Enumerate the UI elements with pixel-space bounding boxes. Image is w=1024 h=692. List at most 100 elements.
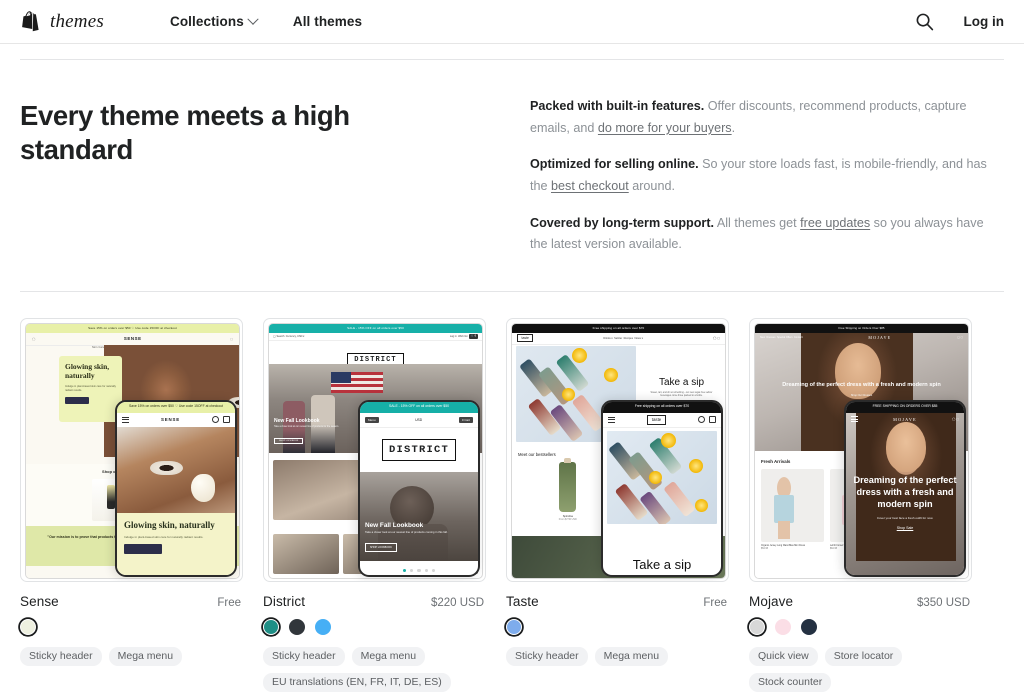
theme-swatches-sense — [20, 619, 241, 635]
theme-tags-district: Sticky header Mega menu EU translations … — [263, 647, 484, 692]
intro-section: Every theme meets a high standard Packed… — [20, 60, 1004, 256]
theme-meta-taste: Taste Free Sticky header Mega menu — [506, 582, 727, 666]
preview-mobile-announcement-taste: Free shipping on all orders over $70 — [603, 402, 721, 413]
theme-card-mojave: Free Shipping on Orders Over $85 New Dre… — [749, 318, 970, 692]
preview-mobile-announcement-mojave: FREE SHIPPING ON ORDERS OVER $85 — [846, 402, 964, 413]
theme-meta-mojave: Mojave $350 USD Quick view Store locator… — [749, 582, 970, 692]
nav-item-all-themes[interactable]: All themes — [293, 14, 362, 29]
intro-text-optimized-after: around. — [629, 179, 675, 193]
preview-mobile-store-name-district: DISTRICT — [382, 439, 456, 461]
intro-text-support-before: All themes get — [714, 216, 800, 230]
swatch-mojave-2[interactable] — [801, 619, 817, 635]
tag-mega-menu: Mega menu — [352, 647, 425, 666]
preview-store-name-sense: SENSE — [124, 336, 142, 341]
theme-thumbnail-sense[interactable]: Save 15% on orders over $50 ♡ Use code 1… — [20, 318, 243, 582]
tag-stock-counter: Stock counter — [749, 673, 831, 692]
preview-store-name-taste: taste — [517, 334, 533, 342]
preview-mobile-store-name-taste: taste — [647, 415, 667, 425]
theme-tags-taste: Sticky header Mega menu — [506, 647, 727, 666]
theme-price-taste: Free — [703, 597, 727, 609]
swatch-district-2[interactable] — [315, 619, 331, 635]
nav-item-collections-label: Collections — [170, 14, 244, 29]
intro-link-free-updates[interactable]: free updates — [800, 216, 870, 230]
preview-announcement-sense: Save 15% on orders over $50 ♡ Use code 1… — [26, 324, 239, 333]
preview-hero-button-district: SHOP LOOKBOOK — [274, 438, 303, 445]
nav-item-collections[interactable]: Collections — [170, 14, 257, 29]
intro-paragraph-features: Packed with built-in features. Offer dis… — [530, 96, 1000, 139]
preview-mobile-body-district: Take a closer look at our newest line of… — [365, 531, 448, 535]
preview-hero-button-mojave: Shop Our Dresses — [779, 394, 944, 397]
preview-hero-button-sense — [65, 397, 89, 404]
preview-mobile-heading-sense: Glowing skin, naturally — [124, 520, 228, 531]
tag-sticky-header: Sticky header — [506, 647, 588, 666]
preview-mobile-district: SALE - 15% OFF on all orders over $50 Me… — [358, 400, 480, 577]
preview-mobile-body-sense: Indulge in plant-based skin care for nat… — [124, 535, 228, 540]
preview-mobile-heading-mojave: Dreaming of the perfect dress with a fre… — [852, 475, 958, 511]
swatch-district-0[interactable] — [263, 619, 279, 635]
intro-copy: Packed with built-in features. Offer dis… — [530, 96, 1000, 256]
theme-grid: Save 15% on orders over $50 ♡ Use code 1… — [20, 292, 1004, 692]
preview-mobile-heading-district: New Fall Lookbook — [365, 522, 448, 529]
swatch-taste-0[interactable] — [506, 619, 522, 635]
preview-mobile-body-mojave: Cover your best face a fresh outfit for … — [852, 516, 958, 520]
swatch-district-1[interactable] — [289, 619, 305, 635]
tag-store-locator: Store locator — [825, 647, 903, 666]
theme-card-taste: Free shipping on all orders over $70 tas… — [506, 318, 727, 692]
preview-hero-heading-taste: Take a sip — [659, 377, 704, 388]
preview-mobile-cart-district: 0 Cart — [459, 417, 473, 423]
brand-name: themes — [50, 11, 104, 33]
nav-item-all-themes-label: All themes — [293, 14, 362, 29]
swatch-sense-0[interactable] — [20, 619, 36, 635]
intro-link-best-checkout[interactable]: best checkout — [551, 179, 629, 193]
search-icon[interactable] — [915, 12, 934, 31]
theme-name-taste[interactable]: Taste — [506, 594, 539, 609]
preview-store-name-mojave: MOJAVE — [868, 335, 891, 340]
intro-paragraph-optimized: Optimized for selling online. So your st… — [530, 154, 1000, 197]
theme-card-sense: Save 15% on orders over $50 ♡ Use code 1… — [20, 318, 241, 692]
theme-swatches-taste — [506, 619, 727, 635]
intro-link-do-more[interactable]: do more for your buyers — [598, 121, 732, 135]
theme-price-mojave: $350 USD — [917, 597, 970, 609]
theme-name-mojave[interactable]: Mojave — [749, 594, 793, 609]
preview-mobile-store-name-sense: SENSE — [161, 417, 180, 422]
intro-paragraph-support: Covered by long-term support. All themes… — [530, 213, 1000, 256]
preview-product-price-mojave-0: $54.95 — [761, 548, 824, 550]
intro-text-features-after: . — [732, 121, 736, 135]
chevron-down-icon — [247, 13, 258, 24]
login-link[interactable]: Log in — [964, 14, 1005, 29]
preview-hero-body-district: Take a closer look at our newest line of… — [274, 426, 339, 428]
theme-swatches-district — [263, 619, 484, 635]
theme-name-sense[interactable]: Sense — [20, 594, 59, 609]
preview-product-price-taste-0: From $7.50 USD — [524, 518, 612, 521]
theme-price-sense: Free — [217, 597, 241, 609]
preview-announcement-taste: Free shipping on all orders over $70 — [512, 324, 725, 333]
main-nav: Collections All themes — [170, 14, 362, 29]
preview-mobile-sense: Save 15% on orders over $50 ♡ Use code 1… — [115, 400, 237, 577]
theme-swatches-mojave — [749, 619, 970, 635]
brand-logo[interactable]: themes — [22, 11, 104, 33]
tag-mega-menu: Mega menu — [595, 647, 668, 666]
theme-thumbnail-taste[interactable]: Free shipping on all orders over $70 tas… — [506, 318, 729, 582]
preview-mobile-announcement-sense: Save 15% on orders over $50 ♡ Use code 1… — [117, 402, 235, 413]
tag-sticky-header: Sticky header — [263, 647, 345, 666]
preview-mobile-taste: Free shipping on all orders over $70 tas… — [601, 400, 723, 577]
preview-hero-body-sense: Indulge in plant-based skin care for nat… — [65, 385, 116, 393]
preview-mobile-heading-taste: Take a sip — [603, 557, 721, 572]
theme-thumbnail-mojave[interactable]: Free Shipping on Orders Over $85 New Dre… — [749, 318, 972, 582]
preview-mobile-mojave: FREE SHIPPING ON ORDERS OVER $85 MOJAVE … — [844, 400, 966, 577]
theme-tags-mojave: Quick view Store locator Stock counter — [749, 647, 970, 692]
preview-hero-heading-sense: Glowing skin, naturally — [65, 363, 116, 381]
page-wrap: Every theme meets a high standard Packed… — [0, 59, 1024, 692]
preview-hero-heading-mojave: Dreaming of the perfect dress with a fre… — [779, 382, 944, 389]
site-header: themes Collections All themes Log in — [0, 0, 1024, 44]
theme-name-district[interactable]: District — [263, 594, 305, 609]
intro-lead-optimized: Optimized for selling online. — [530, 157, 699, 171]
swatch-mojave-0[interactable] — [749, 619, 765, 635]
swatch-mojave-1[interactable] — [775, 619, 791, 635]
tag-mega-menu: Mega menu — [109, 647, 182, 666]
preview-mobile-currency-district: USD — [415, 418, 422, 422]
theme-thumbnail-district[interactable]: SALE - 15% OFF on all orders over $50 ◯ … — [263, 318, 486, 582]
tag-eu-translations: EU translations (EN, FR, IT, DE, ES) — [263, 673, 451, 692]
page-title: Every theme meets a high standard — [20, 96, 452, 256]
preview-nav-taste: Drinks ▾ Seltzer Recipes News ▾ — [603, 337, 643, 340]
